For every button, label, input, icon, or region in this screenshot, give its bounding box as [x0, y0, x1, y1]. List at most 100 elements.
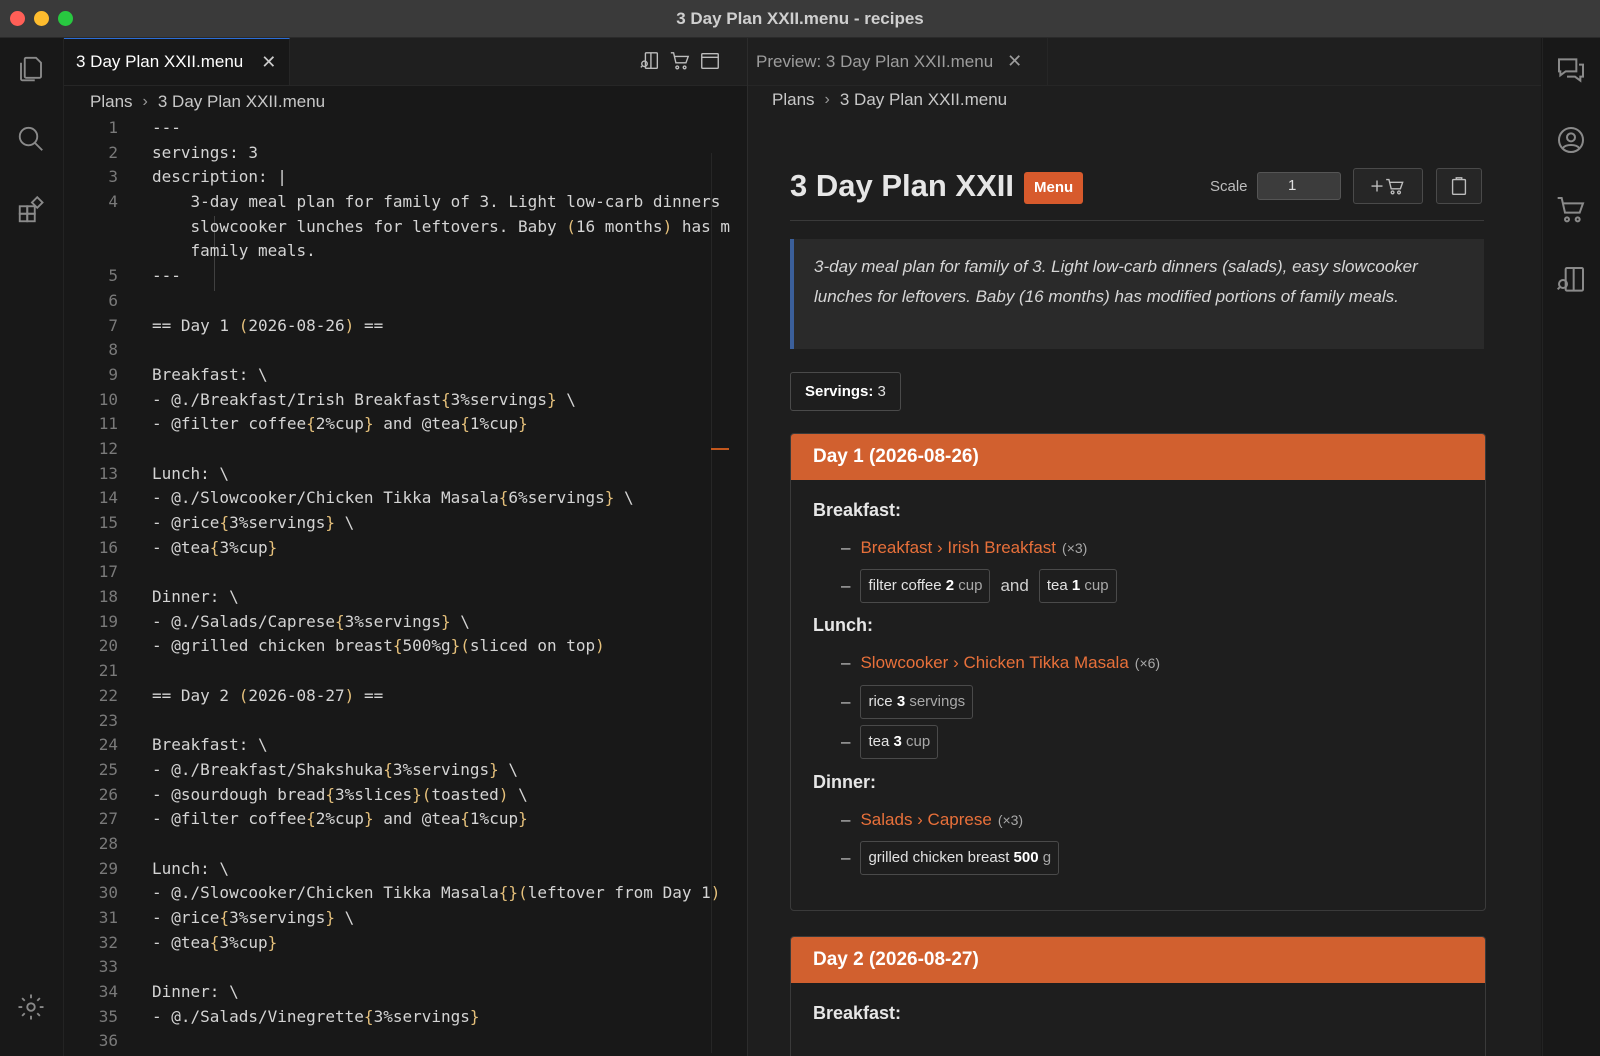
split-editor-icon[interactable]: [699, 50, 721, 72]
chat-icon[interactable]: [1555, 54, 1589, 88]
code-line[interactable]: 30 - @./Slowcooker/Chicken Tikka Masala{}…: [64, 881, 747, 906]
line-number: 10: [98, 389, 118, 409]
line-number: 29: [98, 858, 118, 878]
recipe-link[interactable]: Salads › Caprese: [860, 810, 991, 830]
code-line[interactable]: 2 servings: 3: [64, 141, 747, 166]
add-to-cart-button[interactable]: [1353, 168, 1423, 204]
account-icon[interactable]: [1555, 124, 1589, 158]
recipe-link[interactable]: Slowcooker › Chicken Tikka Masala: [860, 653, 1128, 673]
line-number: 28: [98, 833, 118, 853]
code-line[interactable]: 7 == Day 1 (2026-08-26) ==: [64, 314, 747, 339]
code-line[interactable]: 1 ---: [64, 116, 747, 141]
code-line[interactable]: 6: [64, 289, 747, 314]
copy-button[interactable]: [1436, 168, 1482, 204]
title-bar: 3 Day Plan XXII.menu - recipes: [0, 0, 1600, 38]
line-text: - @grilled chicken breast{500%g}(sliced …: [152, 636, 605, 656]
ingredient-chip[interactable]: rice 3 servings: [860, 685, 974, 719]
code-line[interactable]: 8: [64, 338, 747, 363]
chevron-right-icon: ›: [142, 93, 148, 110]
minimize-window-button[interactable]: [34, 11, 49, 26]
code-line[interactable]: 11 - @filter coffee{2%cup} and @tea{1%cup…: [64, 412, 747, 437]
ingredient-chip[interactable]: tea 1 cup: [1038, 569, 1117, 603]
line-number: 36: [98, 1031, 118, 1051]
day-heading: Day 2 (2026-08-27): [791, 937, 1485, 983]
code-line[interactable]: family meals.: [64, 239, 747, 264]
code-line[interactable]: 15 - @rice{3%servings} \: [64, 511, 747, 536]
line-text: Lunch: \: [152, 463, 230, 483]
code-line[interactable]: 18 Dinner: \: [64, 585, 747, 610]
servings-value: 3: [877, 383, 886, 400]
code-line[interactable]: 3 description: |: [64, 165, 747, 190]
code-line[interactable]: 19 - @./Salads/Caprese{3%servings} \: [64, 610, 747, 635]
close-icon[interactable]: ✕: [1007, 51, 1022, 72]
menu-document: 3 Day Plan XXII Menu Scale 1 3-day meal …: [790, 158, 1486, 1056]
code-line[interactable]: 36: [64, 1029, 747, 1054]
line-text: Dinner: \: [152, 982, 239, 1002]
code-line[interactable]: 35 - @./Salads/Vinegrette{3%servings}: [64, 1005, 747, 1030]
activity-bar: [0, 38, 64, 1056]
recipe-preview-icon[interactable]: [1555, 264, 1589, 298]
recipe-multiplier: (×6): [1134, 655, 1161, 671]
window-title: 3 Day Plan XXII.menu - recipes: [676, 8, 924, 28]
code-line[interactable]: 29 Lunch: \: [64, 857, 747, 882]
line-number: 32: [98, 932, 118, 952]
meal-breakfast: Breakfast:: [791, 1003, 1485, 1024]
code-line[interactable]: 28: [64, 832, 747, 857]
preview-tab[interactable]: Preview: 3 Day Plan XXII.menu ✕: [748, 38, 1048, 85]
shopping-cart-icon[interactable]: [669, 50, 691, 72]
code-line[interactable]: 5 ---: [64, 264, 747, 289]
code-line[interactable]: 21: [64, 659, 747, 684]
ingredient-chip[interactable]: grilled chicken breast 500 g: [860, 841, 1060, 875]
code-line[interactable]: 27 - @filter coffee{2%cup} and @tea{1%cup…: [64, 807, 747, 832]
code-line[interactable]: 32 - @tea{3%cup}: [64, 931, 747, 956]
code-line[interactable]: 9 Breakfast: \: [64, 363, 747, 388]
code-line[interactable]: 13 Lunch: \: [64, 462, 747, 487]
code-line[interactable]: 33: [64, 955, 747, 980]
code-line[interactable]: 22 == Day 2 (2026-08-27) ==: [64, 684, 747, 709]
line-number: 31: [98, 908, 118, 927]
preview-tab-label: Preview: 3 Day Plan XXII.menu: [756, 51, 994, 71]
code-line[interactable]: slowcooker lunches for leftovers. Baby (…: [64, 215, 747, 240]
code-line[interactable]: 31 - @rice{3%servings} \: [64, 906, 747, 931]
code-line[interactable]: 24 Breakfast: \: [64, 733, 747, 758]
breadcrumb-item[interactable]: Plans: [772, 90, 815, 110]
close-window-button[interactable]: [10, 11, 25, 26]
shopping-cart-icon[interactable]: [1555, 194, 1589, 228]
line-number: 21: [98, 661, 118, 681]
code-line[interactable]: 25 - @./Breakfast/Shakshuka{3%servings} \: [64, 758, 747, 783]
search-icon[interactable]: [14, 122, 48, 156]
ingredient-chip[interactable]: tea 3 cup: [860, 725, 939, 759]
code-line[interactable]: 16 - @tea{3%cup}: [64, 536, 747, 561]
breadcrumb-item[interactable]: 3 Day Plan XXII.menu: [158, 92, 325, 112]
open-preview-icon[interactable]: [639, 50, 661, 72]
breadcrumb-item[interactable]: Plans: [90, 92, 133, 112]
bullet-dash: –: [841, 732, 851, 751]
recipe-link[interactable]: Breakfast › Irish Breakfast: [860, 538, 1056, 558]
bullet-dash: –: [841, 653, 851, 672]
code-line[interactable]: 23: [64, 709, 747, 734]
code-line[interactable]: 12: [64, 437, 747, 462]
close-icon[interactable]: ✕: [261, 52, 276, 73]
clipboard-icon: [1451, 177, 1467, 195]
line-text: ---: [152, 266, 181, 286]
breadcrumb-item[interactable]: 3 Day Plan XXII.menu: [840, 90, 1007, 110]
line-text: Breakfast: \: [152, 364, 268, 384]
code-line[interactable]: 20 - @grilled chicken breast{500%g}(slice…: [64, 634, 747, 659]
preview-pane: Preview: 3 Day Plan XXII.menu ✕ Plans › …: [748, 38, 1541, 1056]
settings-gear-icon[interactable]: [14, 990, 48, 1024]
maximize-window-button[interactable]: [58, 11, 73, 26]
editor-tab[interactable]: 3 Day Plan XXII.menu ✕: [64, 38, 290, 85]
code-area[interactable]: 1 --- 2 servings: 3 3 description: | 4 3-day m…: [64, 116, 747, 1054]
line-text: - @rice{3%servings} \: [152, 513, 355, 532]
code-line[interactable]: 34 Dinner: \: [64, 980, 747, 1005]
code-line[interactable]: 17: [64, 560, 747, 585]
code-line[interactable]: 10 - @./Breakfast/Irish Breakfast{3%servi…: [64, 388, 747, 413]
code-line[interactable]: 4 3-day meal plan for family of 3. Light…: [64, 190, 747, 215]
code-line[interactable]: 26 - @sourdough bread{3%slices}(toasted) …: [64, 783, 747, 808]
ingredient-chip[interactable]: filter coffee 2 cup: [860, 569, 991, 603]
code-line[interactable]: 14 - @./Slowcooker/Chicken Tikka Masala{6…: [64, 486, 747, 511]
scale-input[interactable]: 1: [1257, 172, 1341, 200]
explorer-icon[interactable]: [14, 52, 48, 86]
extensions-icon[interactable]: [14, 193, 48, 227]
line-text: - @./Slowcooker/Chicken Tikka Masala{}(l…: [152, 883, 721, 903]
